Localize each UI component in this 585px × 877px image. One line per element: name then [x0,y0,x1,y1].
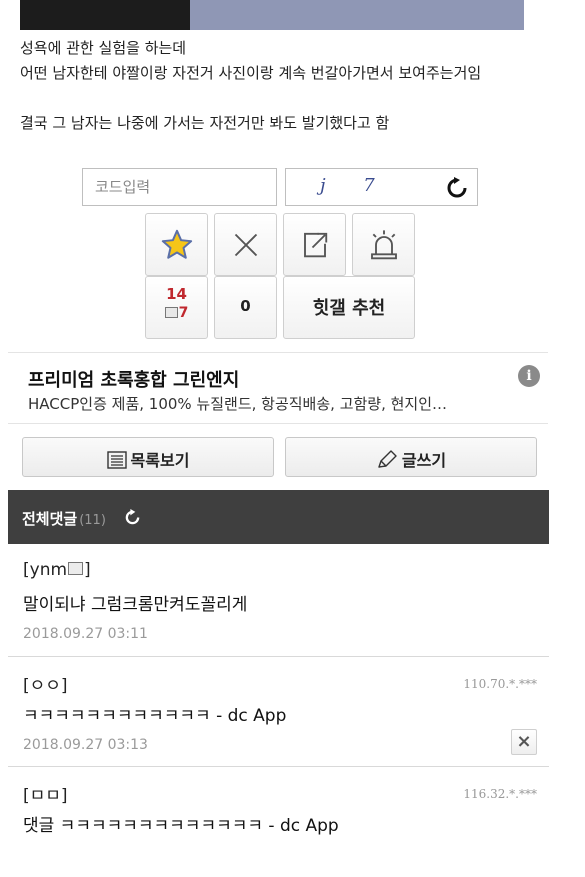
comment-body: 댓글 ㅋㅋㅋㅋㅋㅋㅋㅋㅋㅋㅋㅋㅋ - dc App [23,816,339,836]
comment-body: 말이되냐 그럼크롬만켜도꼴리게 [23,595,248,615]
write-button[interactable]: 글쓰기 [285,437,537,477]
hit-gallery-recommend-label: 힛갤 추천 [312,298,386,319]
comment-nickname-bracket: ] [84,560,91,580]
info-icon[interactable]: i [518,365,540,387]
fix-recommend-count: 7 [146,305,207,321]
report-button[interactable] [352,213,415,276]
post-image [20,0,524,30]
comment-body: ㅋㅋㅋㅋㅋㅋㅋㅋㅋㅋㅋㅋ - dc App [23,706,287,726]
comments-title-text: 전체댓글 [22,510,78,528]
recommend-button[interactable] [145,213,208,276]
comments-header: 전체댓글 (11) [8,490,549,544]
share-button[interactable] [283,213,346,276]
comments-count: (11) [79,513,106,528]
post-body: 성욕에 관한 실험을 하는데 어떤 남자한테 야짤이랑 자전거 사진이랑 계속 … [20,36,481,136]
fix-user-icon [68,561,84,575]
post-image-light-area [190,0,524,30]
comment-date: 2018.09.27 03:11 [23,626,148,642]
comment-item: [ynm] 말이되냐 그럼크롬만켜도꼴리게 2018.09.27 03:11 [8,544,549,657]
recommend-count: 14 7 [145,276,208,339]
comment-nickname[interactable]: [ㅁㅁ] [23,781,68,806]
share-icon [303,232,327,257]
list-icon [106,450,127,469]
star-icon [161,229,192,259]
ad-title: 프리미엄 초록홍합 그린엔지 [28,370,240,391]
captcha-code-input[interactable]: 코드입력 [82,168,277,206]
comment-ip: 110.70.*.*** [463,677,537,691]
pencil-icon [378,449,397,468]
ad-banner[interactable]: 프리미엄 초록홍합 그린엔지 HACCP인증 제품, 100% 뉴질랜드, 항공… [8,352,548,424]
dislike-count-value: 0 [240,297,251,315]
comment-ip: 116.32.*.*** [463,787,537,801]
comment-item: [ㅁㅁ] 116.32.*.*** 댓글 ㅋㅋㅋㅋㅋㅋㅋㅋㅋㅋㅋㅋㅋ - dc … [8,767,549,877]
post-line: 성욕에 관한 실험을 하는데 [20,39,187,57]
dislike-button[interactable] [214,213,277,276]
fix-user-icon [164,306,178,318]
refresh-icon[interactable] [445,176,469,200]
delete-comment-button[interactable]: × [511,729,537,755]
list-button-label: 목록보기 [130,451,190,470]
comment-nickname[interactable]: [ㅇㅇ] [23,671,68,696]
hit-gallery-recommend-button[interactable]: 힛갤 추천 [283,276,415,339]
captcha-image-text: j 7 [320,175,391,196]
post-line-gap [20,86,481,111]
comment-nickname[interactable]: [ynm] [23,560,91,580]
dislike-count: 0 [214,276,277,339]
write-button-label: 글쓰기 [401,451,447,470]
siren-icon [370,229,397,259]
refresh-icon[interactable] [124,509,141,526]
comment-date: 2018.09.27 03:13 [23,737,148,753]
recommend-count-value: 14 [166,285,187,303]
post-line: 어떤 남자한테 야짤이랑 자전거 사진이랑 계속 번갈아가면서 보여주는거임 [20,64,482,82]
captcha-box: j 7 [285,168,478,206]
comment-nickname-text: [ynm [23,560,68,580]
comment-item: [ㅇㅇ] 110.70.*.*** ㅋㅋㅋㅋㅋㅋㅋㅋㅋㅋㅋㅋ - dc App … [8,657,549,767]
post-line: 결국 그 남자는 나중에 가서는 자전거만 봐도 발기했다고 함 [20,114,390,132]
ad-description: HACCP인증 제품, 100% 뉴질랜드, 항공직배송, 고함량, 현지인… [28,395,448,413]
fix-recommend-count-value: 7 [178,305,189,321]
close-icon [234,233,257,256]
list-button[interactable]: 목록보기 [22,437,274,477]
comments-title: 전체댓글 (11) [22,508,106,529]
post-image-dark-area [20,0,190,30]
